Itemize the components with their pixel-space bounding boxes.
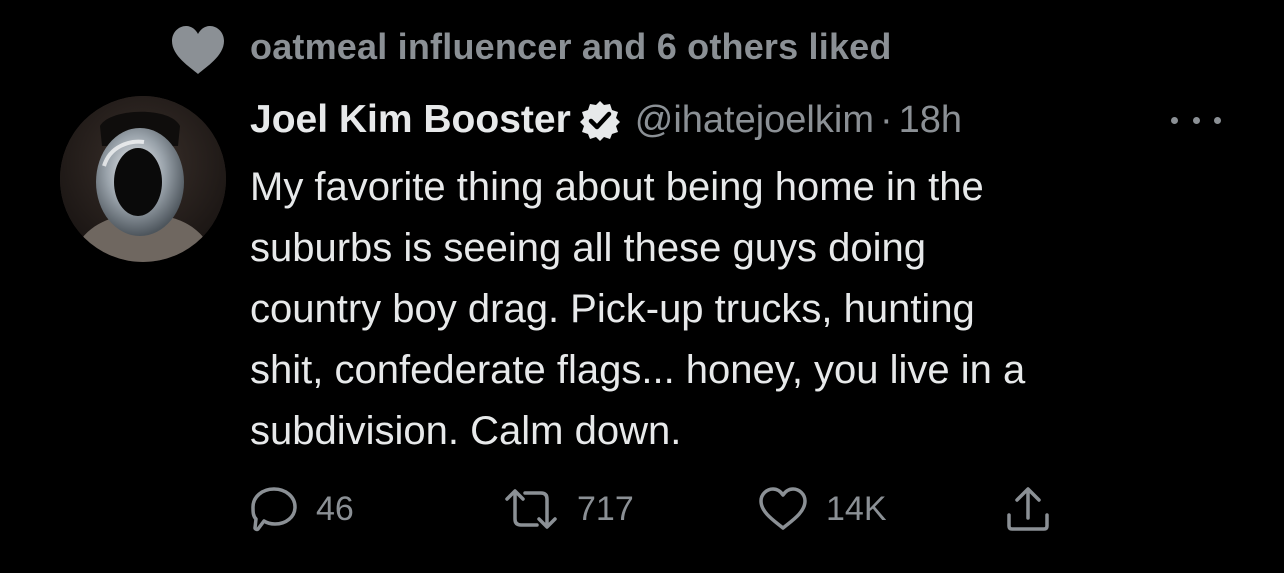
retweet-count: 717: [577, 489, 634, 528]
more-dot: [1171, 116, 1178, 124]
separator-dot: ·: [879, 98, 893, 141]
like-button[interactable]: 14K: [758, 484, 887, 534]
avatar-image: [60, 96, 226, 262]
share-button[interactable]: [1004, 484, 1052, 534]
social-context-text[interactable]: oatmeal influencer and 6 others liked: [250, 26, 892, 68]
social-context: oatmeal influencer and 6 others liked: [170, 22, 891, 78]
timestamp[interactable]: 18h: [899, 99, 962, 142]
verified-badge-icon: [579, 101, 620, 141]
tweet-text: My favorite thing about being home in th…: [250, 165, 1026, 453]
display-name[interactable]: Joel Kim Booster: [250, 98, 571, 142]
share-icon: [1007, 487, 1049, 531]
like-count: 14K: [826, 489, 887, 528]
tweet-actions: 46 717 14K: [250, 484, 1110, 534]
tweet-header: Joel Kim Booster @ihatejoelkim · 18h: [250, 92, 962, 148]
avatar[interactable]: [60, 96, 226, 262]
reply-button[interactable]: 46: [250, 484, 354, 534]
heart-filled-icon: [172, 26, 224, 74]
reply-count: 46: [316, 489, 354, 528]
more-dot: [1214, 116, 1221, 124]
user-handle[interactable]: @ihatejoelkim: [635, 99, 874, 142]
retweet-icon: [505, 489, 557, 529]
retweet-button[interactable]: 717: [503, 484, 634, 534]
more-dot: [1192, 116, 1200, 124]
reply-icon: [251, 487, 297, 532]
more-options-button[interactable]: [1168, 110, 1224, 130]
heart-icon: [759, 487, 807, 530]
